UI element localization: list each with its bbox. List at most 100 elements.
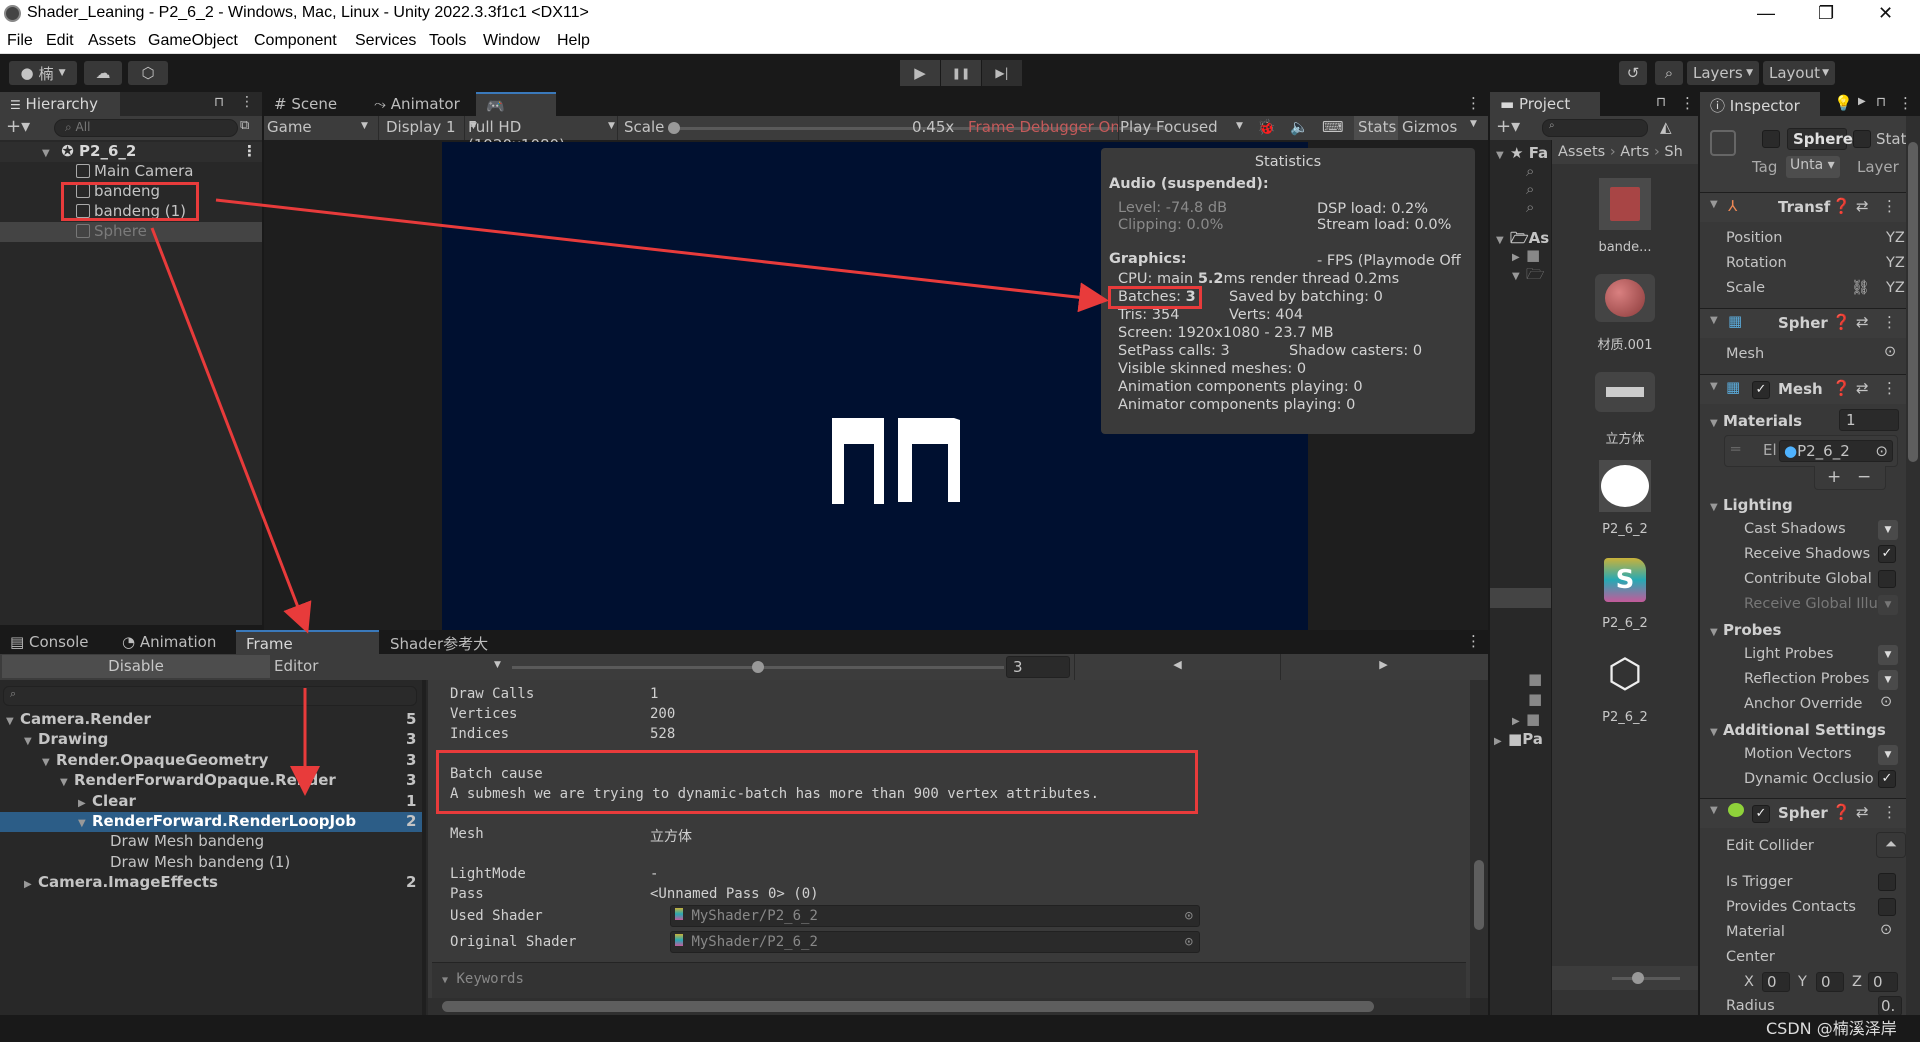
scene-row[interactable]: ▼ ✪ P2_6_2 ⋮ [0,142,262,162]
play-mode-dropdown[interactable]: Play Focused ▼ [1120,118,1250,136]
target-dropdown[interactable]: Editor ▼ [274,657,508,675]
edit-collider-button[interactable]: ⏶ [1876,832,1906,858]
tab-console[interactable]: ▤ Console [0,630,110,654]
event-slider-thumb[interactable] [752,661,764,673]
folder-item[interactable]: ■ [1528,690,1542,708]
hierarchy-search-input[interactable]: ⌕ All [54,119,238,137]
view-mode-dropdown[interactable]: Game ▼ [267,118,373,136]
search-icon[interactable]: ⌕ [1526,198,1534,216]
folder-item[interactable]: ▼ 🗁 [1512,264,1545,289]
object-picker-icon[interactable]: ⊙ [1880,694,1892,710]
breadcrumb-arts[interactable]: Arts [1620,144,1649,160]
scale-slider-thumb[interactable] [668,122,680,134]
more-menu-icon[interactable]: ⋮ [1898,94,1913,112]
project-search-input[interactable]: ⌕ [1542,119,1648,137]
search-button[interactable]: ⌕ [1655,61,1683,85]
play-arrow-icon[interactable]: ▶ [1858,96,1866,107]
add-icon[interactable]: +▾ [1496,116,1520,137]
presets-icon[interactable]: ⇄ [1856,313,1869,331]
event-tree-row[interactable]: ▼ RenderForward.RenderLoopJob 2 [0,812,422,832]
tab-inspector[interactable]: ⓘ Inspector [1700,92,1820,116]
center-z-field[interactable]: 0 [1868,972,1898,992]
asset-size-slider[interactable] [1612,972,1680,984]
more-menu-icon[interactable]: ⋮ [1882,803,1897,821]
event-tree-row[interactable]: ▼ Drawing 3 [0,730,422,750]
sphere-collider-header[interactable]: ▼ ✓ Spher ❓ ⇄ ⋮ [1700,798,1920,828]
light-probes-dropdown[interactable]: ▼ [1878,645,1898,665]
more-menu-icon[interactable]: ⋮ [242,142,257,160]
object-picker-icon[interactable]: ⊙ [1185,934,1193,950]
account-button[interactable]: ● 楠 ▼ [9,61,77,85]
used-shader-field[interactable]: MyShader/P2_6_2 ⊙ [670,905,1200,927]
collapse-icon[interactable]: ▶ [78,798,92,809]
drag-handle-icon[interactable]: ═ [1731,440,1740,458]
receive-shadows-checkbox[interactable]: ✓ [1878,545,1896,563]
menu-component[interactable]: Component [254,32,337,50]
materials-count-field[interactable]: 1 [1839,409,1899,431]
menu-file[interactable]: File [7,32,33,50]
search-icon[interactable]: ⌕ [1526,162,1534,180]
selected-folder[interactable] [1490,588,1551,608]
tab-scene[interactable]: # Scene [264,92,364,116]
position-xyz[interactable]: YZ [1886,230,1905,246]
tab-frame-debugger[interactable]: Frame Debugger [236,630,379,671]
tree-search-input[interactable]: ⌕ [3,686,417,706]
help-icon[interactable]: ❓ [1832,803,1851,821]
restore-icon[interactable]: ❐ [1818,3,1834,24]
expand-icon[interactable]: ▼ [60,777,74,788]
active-checkbox[interactable] [1762,130,1780,148]
help-icon[interactable]: ❓ [1832,197,1851,215]
more-menu-icon[interactable]: ⋮ [1882,197,1897,215]
menu-gameobject[interactable]: GameObject [148,32,238,50]
event-index-field[interactable]: 3 [1006,656,1070,678]
next-event-button[interactable]: ▶ [1280,654,1486,680]
breadcrumb-sh[interactable]: Sh [1664,144,1682,160]
add-icon[interactable]: +▾ [6,116,30,137]
folder-item[interactable]: ▶ ■ [1512,710,1540,728]
event-tree-row[interactable]: ▼ Camera.Render 5 [0,710,422,730]
filter-type-icon[interactable]: ◭ [1660,118,1672,136]
presets-icon[interactable]: ⇄ [1856,379,1869,397]
help-icon[interactable]: ❓ [1832,379,1851,397]
event-tree-row[interactable]: ▶ Clear 1 [0,792,422,812]
asset-item[interactable]: P2_6_2 [1552,456,1698,546]
additional-settings-foldout[interactable]: ▼ Additional Settings [1710,721,1886,739]
scene-visibility-icon[interactable]: ⧉ [240,118,249,133]
more-menu-icon[interactable]: ⋮ [1466,94,1481,112]
probes-foldout[interactable]: ▼ Probes [1710,621,1781,639]
asset-item[interactable]: ⬡ P2_6_2 [1552,644,1698,734]
expand-icon[interactable]: ▼ [6,716,20,727]
is-trigger-checkbox[interactable] [1878,873,1896,891]
expand-icon[interactable]: ▼ [78,818,92,829]
receive-gi-dropdown[interactable]: ▼ [1878,595,1898,615]
gameobject-icon[interactable] [1710,130,1736,156]
gizmos-dropdown-icon[interactable]: ▼ [1470,119,1477,129]
provides-contacts-checkbox[interactable] [1878,898,1896,916]
expand-icon[interactable]: ▼ [42,757,56,768]
scale-xyz[interactable]: YZ [1886,280,1905,296]
sphere-collider-enabled-checkbox[interactable]: ✓ [1752,805,1770,823]
asset-item[interactable]: bande... [1552,174,1698,264]
original-shader-field[interactable]: MyShader/P2_6_2 ⊙ [670,931,1200,953]
more-menu-icon[interactable]: ⋮ [1882,313,1897,331]
lock-icon[interactable]: ⊓ [1876,95,1886,110]
tab-hierarchy[interactable]: ☰ Hierarchy [0,92,120,116]
stats-toggle[interactable]: Stats [1354,116,1398,140]
slider-thumb[interactable] [1632,972,1644,984]
more-menu-icon[interactable]: ⋮ [1466,632,1481,650]
tab-game[interactable]: 🎮Game [476,92,556,133]
scrollbar-thumb[interactable] [1908,142,1918,462]
inspector-scrollbar[interactable] [1906,116,1920,1015]
event-tree-row[interactable]: Draw Mesh bandeng (1) [0,853,422,873]
lock-icon[interactable]: ⊓ [214,95,224,110]
rotation-xyz[interactable]: YZ [1886,255,1905,271]
menu-assets[interactable]: Assets [88,32,136,50]
presets-icon[interactable]: ⇄ [1856,197,1869,215]
asset-item[interactable]: 立方体 [1552,362,1698,452]
lighting-foldout[interactable]: ▼ Lighting [1710,496,1793,514]
reflection-probes-dropdown[interactable]: ▼ [1878,670,1898,690]
prev-event-button[interactable]: ◀ [1074,654,1280,680]
presets-icon[interactable]: ⇄ [1856,803,1869,821]
scrollbar-thumb[interactable] [442,1001,1374,1012]
tab-project[interactable]: ▬ Project [1490,92,1600,116]
